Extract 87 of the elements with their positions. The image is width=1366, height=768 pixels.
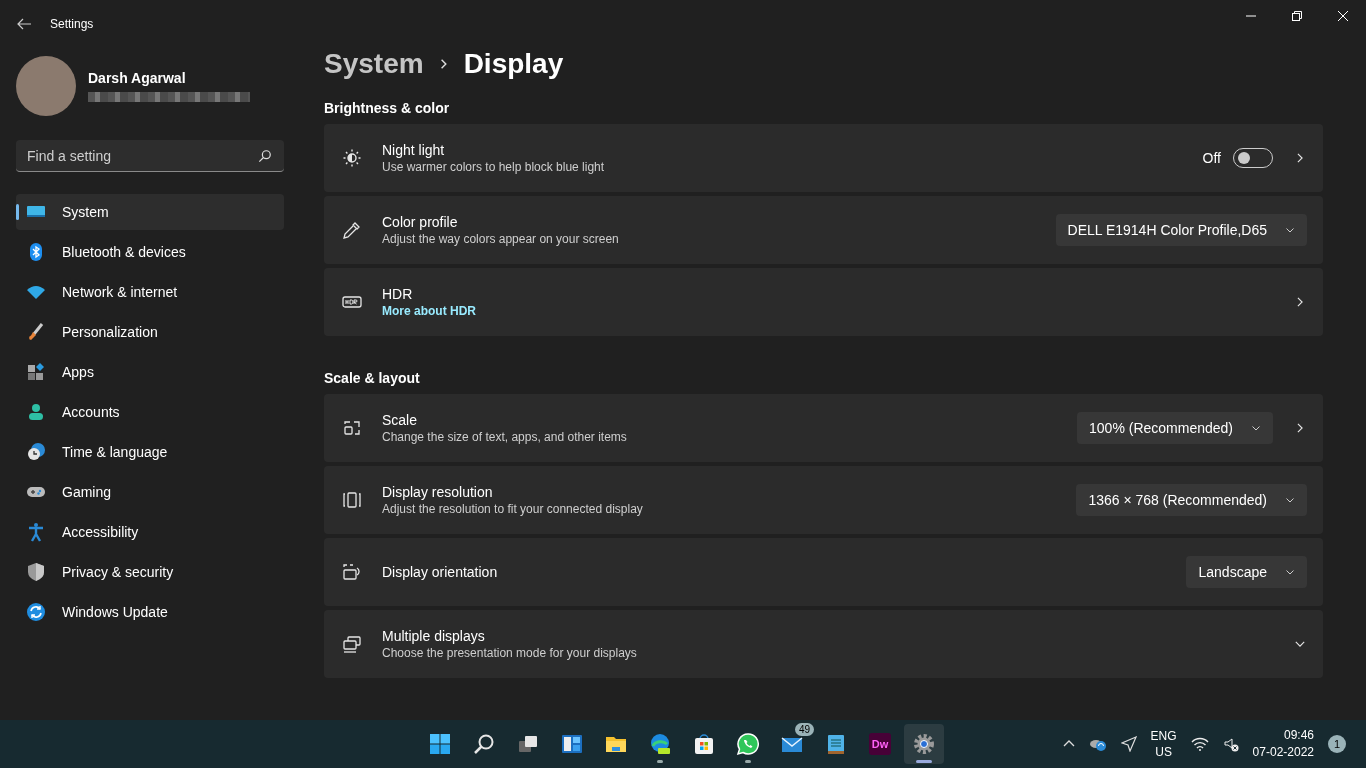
running-indicator <box>745 760 751 763</box>
store-icon <box>692 732 716 756</box>
setting-card[interactable]: Scale Change the size of text, apps, and other items 100% (Recommended) <box>324 394 1323 462</box>
globe-clock-icon <box>26 442 46 462</box>
user-name: Darsh Agarwal <box>88 70 187 86</box>
notification-count[interactable]: 1 <box>1328 735 1346 753</box>
setting-card[interactable]: HDR More about HDR <box>324 268 1323 336</box>
dropdown[interactable]: 100% (Recommended) <box>1077 412 1273 444</box>
shield-icon <box>26 562 46 582</box>
nav-item[interactable]: Apps <box>16 354 284 390</box>
dropdown[interactable]: 1366 × 768 (Recommended) <box>1076 484 1307 516</box>
unread-badge: 49 <box>794 723 814 736</box>
speaker-muted-icon[interactable] <box>1222 736 1239 752</box>
nav-item[interactable]: Gaming <box>16 474 284 510</box>
dropdown[interactable]: Landscape <box>1186 556 1307 588</box>
clock-time[interactable]: 09:46 <box>1283 727 1314 744</box>
accessibility-icon <box>26 522 46 542</box>
scale-icon <box>342 418 362 438</box>
setting-description: Change the size of text, apps, and other items <box>382 430 628 444</box>
setting-card[interactable]: Multiple displays Choose the presentation mode for your displays <box>324 610 1323 678</box>
taskbar-button[interactable]: Dw <box>860 724 900 764</box>
close-icon[interactable] <box>1338 11 1348 21</box>
rotate-screen-icon <box>342 562 362 582</box>
setting-title: Display resolution <box>382 484 494 500</box>
wifi-icon[interactable] <box>1190 737 1209 751</box>
restore-icon[interactable] <box>1292 11 1302 21</box>
setting-card[interactable]: Display orientation Landscape <box>324 538 1323 606</box>
setting-title: Multiple displays <box>382 628 486 644</box>
setting-card[interactable]: Color profile Adjust the way colors appear on your screen DELL E1914H Color Profile,D65 <box>324 196 1323 264</box>
chevron-down-icon <box>1251 423 1261 433</box>
section-heading: Brightness & color <box>324 100 451 116</box>
nav-item[interactable]: Privacy & security <box>16 554 284 590</box>
back-arrow-icon[interactable] <box>16 16 32 32</box>
search-field[interactable]: Find a setting <box>16 140 284 172</box>
nav-item[interactable]: Bluetooth & devices <box>16 234 284 270</box>
person-icon <box>26 402 46 422</box>
nav-item[interactable]: Network & internet <box>16 274 284 310</box>
window-title: Settings <box>50 17 94 31</box>
resolution-icon <box>342 490 362 510</box>
nav-item[interactable]: Accessibility <box>16 514 284 550</box>
setting-card[interactable]: Night light Use warmer colors to help block blue light Off <box>324 124 1323 192</box>
search-icon <box>472 732 496 756</box>
language-indicator[interactable]: ENG <box>1150 728 1177 744</box>
setting-description: Adjust the resolution to fit your connected display <box>382 502 644 516</box>
setting-description: Adjust the way colors appear on your screen <box>382 232 620 246</box>
paintbrush-icon <box>26 322 46 342</box>
chat-bubble-icon <box>736 732 760 756</box>
gear-icon <box>912 732 936 756</box>
running-indicator <box>657 760 663 763</box>
taskbar-button[interactable]: 49 <box>772 724 812 764</box>
browser-icon <box>648 732 672 756</box>
setting-title: HDR <box>382 286 414 302</box>
avatar-placeholder <box>16 56 76 116</box>
setting-description: Choose the presentation mode for your displays <box>382 646 638 660</box>
chevron-down-icon <box>1285 495 1295 505</box>
nav-item[interactable]: Personalization <box>16 314 284 350</box>
nav-item[interactable]: Windows Update <box>16 594 284 630</box>
nav-item[interactable]: Time & language <box>16 434 284 470</box>
multiple-displays-icon <box>342 634 362 654</box>
setting-description: Use warmer colors to help block blue light <box>382 160 606 174</box>
page-title: Display <box>463 48 564 80</box>
location-arrow-icon[interactable] <box>1120 736 1137 752</box>
breadcrumb-link[interactable]: System <box>324 48 424 80</box>
nav-item[interactable]: Accounts <box>16 394 284 430</box>
sun-icon <box>342 148 362 168</box>
eyedropper-icon <box>342 220 362 240</box>
setting-card[interactable]: Display resolution Adjust the resolution to fit your connected display 1366 × 768 (Recommended) <box>324 466 1323 534</box>
section-heading: Scale & layout <box>324 370 421 386</box>
setting-title: Scale <box>382 412 419 428</box>
apps-icon <box>26 362 46 382</box>
language-indicator[interactable]: US <box>1155 744 1172 760</box>
search-icon <box>258 149 272 163</box>
clock-date[interactable]: 07-02-2022 <box>1252 744 1314 761</box>
widgets-icon <box>560 732 584 756</box>
app-logo: Dw <box>869 733 891 755</box>
refresh-icon <box>26 602 46 622</box>
start-icon <box>428 732 452 756</box>
setting-title: Night light <box>382 142 446 158</box>
chevron-down-icon <box>1285 225 1295 235</box>
setting-title: Color profile <box>382 214 459 230</box>
running-indicator <box>916 760 932 763</box>
nav-item[interactable]: System <box>16 194 284 230</box>
chevron-down-icon <box>1285 567 1295 577</box>
learn-more-link[interactable]: More about HDR <box>382 304 1273 318</box>
setting-title: Display orientation <box>382 564 499 580</box>
dropdown[interactable]: DELL E1914H Color Profile,D65 <box>1055 214 1307 246</box>
toggle-state-label: Off <box>1202 150 1221 166</box>
